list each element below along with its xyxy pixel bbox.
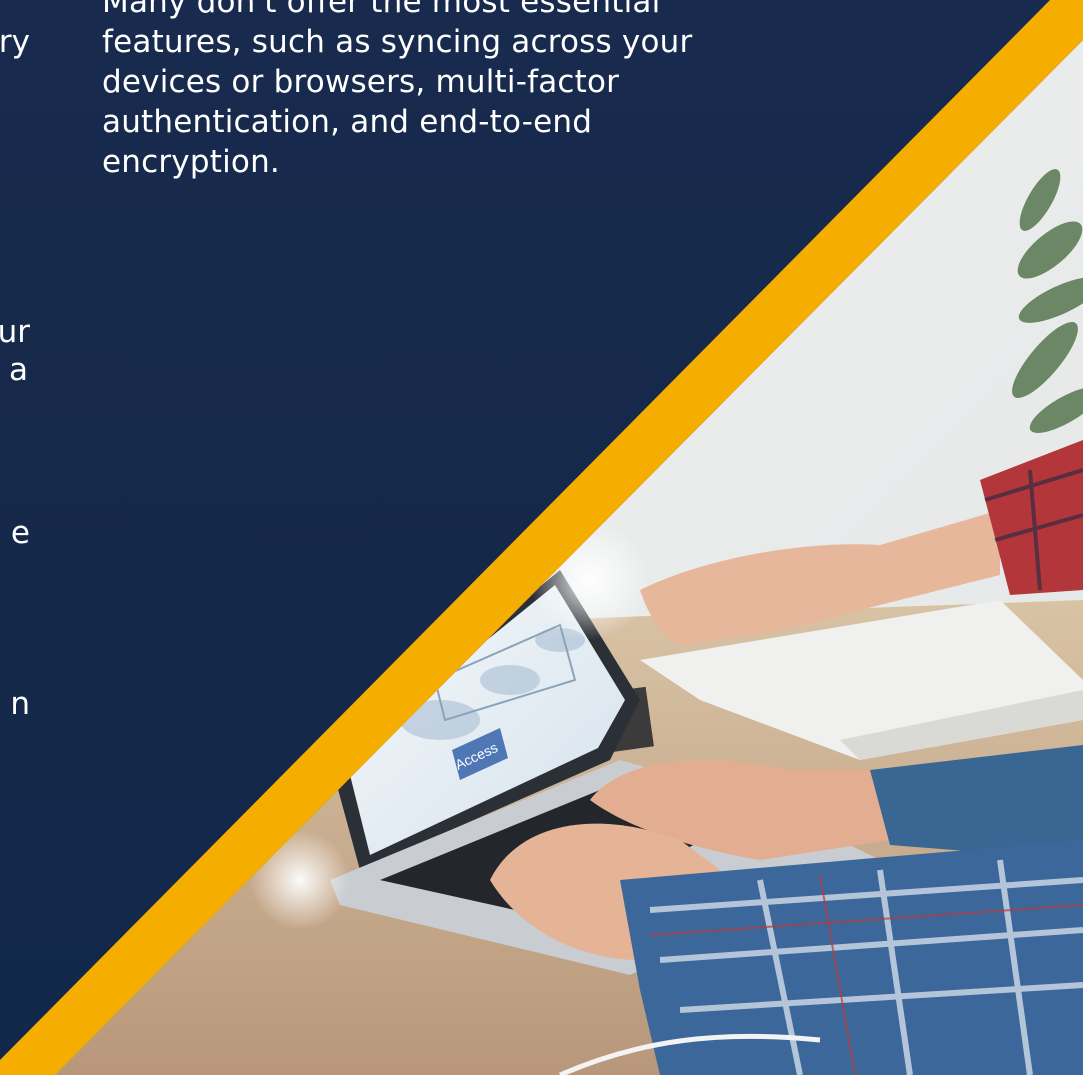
clipped-text-fragment: e (10, 515, 30, 551)
clipped-text-fragment: n (10, 686, 30, 722)
clipped-text-fragment: ur (0, 314, 30, 350)
clipped-text-fragment: a (9, 352, 28, 388)
main-paragraph: Many don't offer the most essential feat… (102, 0, 693, 180)
clipped-text-fragment: ry (0, 24, 30, 60)
main-copy: Many don't offer the most essential feat… (102, 0, 742, 182)
